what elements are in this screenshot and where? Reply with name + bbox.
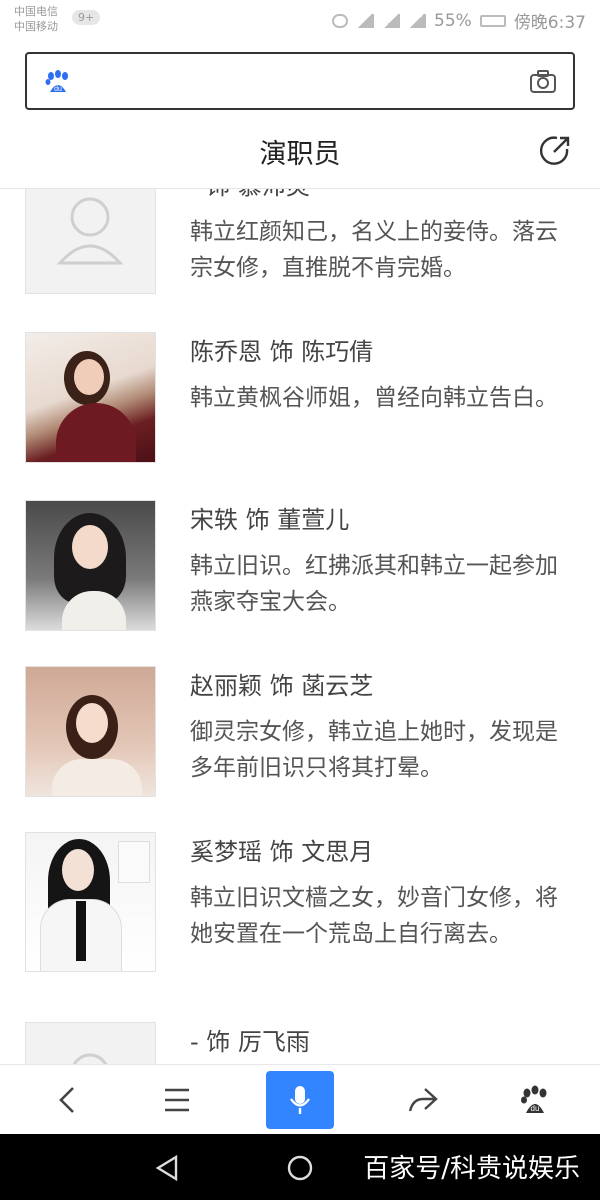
page-header: 演职员 xyxy=(0,118,600,189)
battery-percent: 55% xyxy=(434,10,472,31)
forward-button[interactable] xyxy=(396,1073,450,1127)
list-item[interactable]: 奚梦瑶 饰 文思月 韩立旧识文樯之女，妙音门女修，将她安置在一个荒岛上自行离去。 xyxy=(0,832,600,1022)
svg-text:du: du xyxy=(531,1104,540,1113)
baidu-paw-icon: du xyxy=(521,1085,547,1113)
voice-search-button[interactable] xyxy=(266,1071,334,1129)
system-nav-bar: 百家号/科贵说娱乐 xyxy=(0,1134,600,1200)
menu-icon xyxy=(165,1088,189,1112)
cast-name: 宋轶 饰 董萱儿 xyxy=(190,506,350,534)
bottom-toolbar: du xyxy=(0,1064,600,1135)
carrier-2: 中国移动 xyxy=(14,20,58,33)
cast-name: 陈乔恩 饰 陈巧倩 xyxy=(190,338,374,366)
mic-icon xyxy=(290,1086,310,1114)
baidu-logo-icon: du xyxy=(45,70,68,93)
back-button[interactable] xyxy=(40,1073,94,1127)
share-icon[interactable] xyxy=(538,134,572,168)
list-item[interactable]: 陈乔恩 饰 陈巧倩 韩立黄枫谷师姐，曾经向韩立告白。 xyxy=(0,332,600,500)
user-icon xyxy=(56,197,124,265)
system-home-icon[interactable] xyxy=(286,1154,314,1182)
user-icon xyxy=(72,1053,108,1064)
page-title: 演职员 xyxy=(259,139,341,170)
baidu-home-button[interactable]: du xyxy=(508,1073,562,1127)
cast-description: 韩立旧识文樯之女，妙音门女修，将她安置在一个荒岛上自行离去。 xyxy=(190,885,558,947)
carrier-1: 中国电信 xyxy=(14,5,58,18)
actor-photo xyxy=(25,332,156,463)
placeholder-avatar xyxy=(25,1022,156,1064)
carrier-info: 中国电信 中国移动 xyxy=(14,4,58,34)
cast-name: 赵丽颖 饰 菡云芝 xyxy=(190,672,374,700)
wifi-icon xyxy=(356,13,375,28)
list-item[interactable]: - 饰 慕沛灵 韩立红颜知己，名义上的妾侍。落云宗女修，直推脱不肯完婚。 xyxy=(0,188,600,306)
clock: 傍晚6:37 xyxy=(513,13,586,33)
cast-description: 韩立黄枫谷师姐，曾经向韩立告白。 xyxy=(190,385,558,411)
cast-list[interactable]: - 饰 慕沛灵 韩立红颜知己，名义上的妾侍。落云宗女修，直推脱不肯完婚。 陈乔恩… xyxy=(0,188,600,1064)
list-item[interactable]: 宋轶 饰 董萱儿 韩立旧识。红拂派其和韩立一起参加燕家夺宝大会。 xyxy=(0,500,600,666)
actor-photo xyxy=(25,500,156,631)
search-bar[interactable]: du xyxy=(25,52,575,110)
cast-name: 奚梦瑶 饰 文思月 xyxy=(190,838,374,866)
notification-badge: 9+ xyxy=(72,10,101,25)
signal-icon-2 xyxy=(408,13,427,28)
back-icon xyxy=(59,1087,74,1113)
battery-icon xyxy=(479,14,506,27)
cast-description: 御灵宗女修，韩立追上她时，发现是多年前旧识只将其打晕。 xyxy=(190,719,558,781)
actor-photo xyxy=(25,832,156,972)
menu-button[interactable] xyxy=(150,1073,204,1127)
cast-name: - 饰 慕沛灵 xyxy=(190,188,575,202)
list-item[interactable]: 赵丽颖 饰 菡云芝 御灵宗女修，韩立追上她时，发现是多年前旧识只将其打晕。 xyxy=(0,666,600,832)
cast-description: 韩立红颜知己，名义上的妾侍。落云宗女修，直推脱不肯完婚。 xyxy=(190,219,558,281)
camera-icon[interactable] xyxy=(529,70,557,94)
forward-icon xyxy=(408,1088,438,1112)
cast-description: 韩立旧识。红拂派其和韩立一起参加燕家夺宝大会。 xyxy=(190,553,558,615)
signal-icon xyxy=(382,13,401,28)
status-icons: 55% 傍晚6:37 xyxy=(332,8,586,33)
list-item[interactable]: - 饰 厉飞雨 xyxy=(0,1022,600,1064)
actor-photo xyxy=(25,666,156,797)
placeholder-avatar xyxy=(25,188,156,294)
alarm-icon xyxy=(332,13,349,28)
svg-text:du: du xyxy=(54,86,62,93)
status-bar: 中国电信 中国移动 9+ 55% 傍晚6:37 xyxy=(0,0,600,40)
system-back-icon[interactable] xyxy=(154,1154,180,1182)
cast-name: - 饰 厉飞雨 xyxy=(190,1028,310,1056)
watermark-text: 百家号/科贵说娱乐 xyxy=(363,1154,580,1184)
